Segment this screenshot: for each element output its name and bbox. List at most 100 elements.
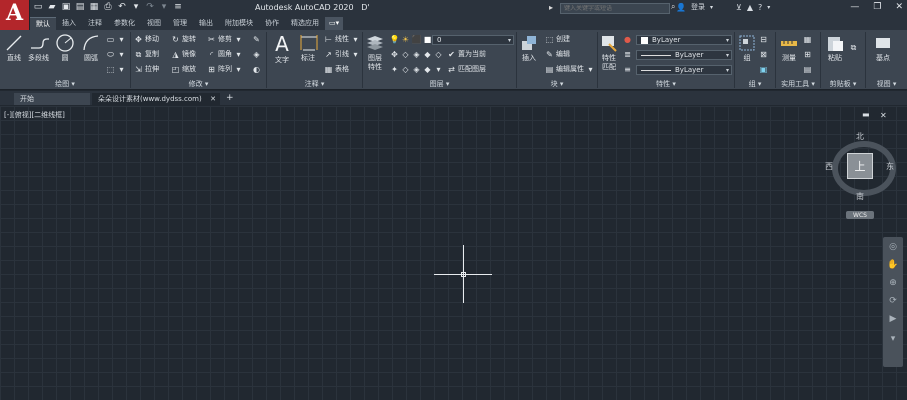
zoom-extents-icon[interactable]: ⊕ bbox=[887, 277, 899, 289]
copy-button[interactable]: ⧉ 复制 bbox=[134, 49, 159, 59]
stretch-button[interactable]: ⇲ 拉伸 bbox=[134, 64, 159, 74]
viewport-minimize-icon[interactable]: ▬ bbox=[862, 110, 870, 119]
offset-icon[interactable]: ◐ bbox=[252, 64, 261, 74]
hatch-icon[interactable]: ⬭ ▾ bbox=[106, 49, 126, 59]
drawing-canvas[interactable] bbox=[0, 106, 907, 400]
utility-icon-2[interactable]: ⊞ bbox=[803, 49, 812, 59]
make-current-button[interactable]: ✔ 置为当前 bbox=[447, 49, 486, 59]
arc-tool[interactable]: 圆弧 bbox=[81, 33, 101, 63]
tab-collaborate[interactable]: 协作 bbox=[259, 17, 285, 30]
wcs-menu-button[interactable]: WCS bbox=[846, 211, 874, 219]
login-link[interactable]: 登录 bbox=[691, 2, 705, 12]
rectangle-icon[interactable]: ▭ ▾ bbox=[106, 34, 126, 44]
restore-icon[interactable]: ❐ bbox=[873, 2, 881, 12]
viewport-close-icon[interactable]: ✕ bbox=[880, 111, 887, 120]
compass-west[interactable]: 西 bbox=[825, 161, 833, 172]
rotate-button[interactable]: ↻ 旋转 bbox=[171, 34, 196, 44]
layers-panel-title[interactable]: 图层 ▾ bbox=[363, 79, 516, 89]
groups-panel-title[interactable]: 组 ▾ bbox=[735, 79, 775, 89]
customize-qat-icon[interactable]: ≡ bbox=[173, 2, 183, 12]
layer-tools-row-2[interactable]: ✦ ◇ ◈ ◆ ▾ bbox=[390, 64, 443, 74]
create-block-button[interactable]: ⬚ 创建 bbox=[545, 34, 570, 44]
layer-state-icons[interactable]: 💡 ☀ ⬛ ■ bbox=[390, 34, 432, 44]
utility-icon-1[interactable]: ▦ bbox=[803, 34, 812, 44]
showmotion-icon[interactable]: ▶ bbox=[887, 313, 899, 325]
viewcube-top-face[interactable]: 上 bbox=[847, 153, 873, 179]
view-panel-title[interactable]: 视图 ▾ bbox=[866, 79, 907, 89]
block-panel-title[interactable]: 块 ▾ bbox=[517, 79, 597, 89]
group-select-icon[interactable]: ▣ bbox=[759, 64, 768, 74]
close-icon[interactable]: ✕ bbox=[895, 2, 903, 12]
redo-icon[interactable]: ↷ bbox=[145, 2, 155, 12]
annotation-panel-title[interactable]: 注释 ▾ bbox=[267, 79, 362, 89]
layer-properties-tool[interactable]: 图层 特性 bbox=[365, 33, 385, 72]
tab-addins[interactable]: 附加模块 bbox=[219, 17, 259, 30]
group-tool[interactable]: 组 bbox=[737, 33, 757, 63]
properties-panel-title[interactable]: 特性 ▾ bbox=[598, 79, 734, 89]
tab-featured-apps[interactable]: 精选应用 bbox=[285, 17, 325, 30]
application-menu-button[interactable]: A bbox=[0, 0, 30, 30]
linetype-icon[interactable]: ≣ bbox=[623, 49, 632, 59]
measure-tool[interactable]: 测量 bbox=[779, 33, 799, 63]
save-as-icon[interactable]: ▤ bbox=[75, 2, 85, 12]
insert-block-tool[interactable]: 插入 bbox=[519, 33, 539, 63]
file-tab-drawing[interactable]: 朵朵设计素材(www.dydss.com) ✕ bbox=[92, 93, 220, 105]
draw-panel-title[interactable]: 绘图 ▾ bbox=[0, 79, 130, 89]
cart-icon[interactable]: ⊻ bbox=[736, 3, 742, 12]
mirror-button[interactable]: ◮ 镜像 bbox=[171, 49, 196, 59]
tab-parametric[interactable]: 参数化 bbox=[108, 17, 141, 30]
search-box[interactable] bbox=[560, 3, 670, 14]
search-expand-icon[interactable]: ▸ bbox=[549, 3, 553, 12]
full-navigation-wheel-icon[interactable]: ◎ bbox=[887, 241, 899, 253]
compass-east[interactable]: 东 bbox=[886, 161, 894, 172]
tab-insert[interactable]: 插入 bbox=[56, 17, 82, 30]
clipboard-panel-title[interactable]: 剪贴板 ▾ bbox=[821, 79, 865, 89]
dimension-tool[interactable]: 标注 bbox=[298, 33, 318, 63]
user-icon[interactable]: 👤 bbox=[676, 3, 686, 12]
orbit-icon[interactable]: ⟳ bbox=[887, 295, 899, 307]
group-edit-icon[interactable]: ⊠ bbox=[759, 49, 768, 59]
boundary-icon[interactable]: ⬚ ▾ bbox=[106, 64, 126, 74]
polyline-tool[interactable]: 多段线 bbox=[28, 33, 49, 63]
linetype-dropdown[interactable]: ByLayer ▾ bbox=[636, 50, 732, 60]
tab-annotate[interactable]: 注释 bbox=[82, 17, 108, 30]
ribbon-toggle-icon[interactable]: ▭▾ bbox=[325, 17, 344, 30]
tab-manage[interactable]: 管理 bbox=[167, 17, 193, 30]
text-tool[interactable]: A 文字 bbox=[272, 32, 292, 65]
lineweight-dropdown[interactable]: ByLayer ▾ bbox=[636, 65, 732, 75]
scale-button[interactable]: ◰ 缩放 bbox=[171, 64, 196, 74]
tab-default[interactable]: 默认 bbox=[30, 17, 56, 30]
circle-tool[interactable]: 圆 bbox=[55, 33, 75, 63]
search-input[interactable] bbox=[564, 5, 664, 12]
help-icon[interactable]: ? bbox=[758, 3, 762, 12]
login-dropdown-icon[interactable]: ▾ bbox=[710, 4, 713, 11]
help-dropdown-icon[interactable]: ▾ bbox=[767, 4, 770, 11]
pan-icon[interactable]: ✋ bbox=[887, 259, 899, 271]
color-dropdown[interactable]: ByLayer ▾ bbox=[636, 35, 732, 45]
modify-panel-title[interactable]: 修改 ▾ bbox=[131, 79, 266, 89]
edit-block-button[interactable]: ✎ 编辑 bbox=[545, 49, 570, 59]
explode-icon[interactable]: ◈ bbox=[252, 49, 261, 59]
fillet-button[interactable]: ◜ 圆角 ▾ bbox=[207, 49, 243, 59]
close-tab-icon[interactable]: ✕ bbox=[210, 95, 216, 103]
viewport-controls-label[interactable]: [-][俯视][二维线框] bbox=[4, 110, 65, 120]
exchange-icon[interactable]: ▲ bbox=[747, 3, 753, 12]
move-button[interactable]: ✥ 移动 bbox=[134, 34, 159, 44]
navbar-options-icon[interactable]: ▾ bbox=[887, 333, 899, 345]
print-icon[interactable]: ⎙ bbox=[103, 2, 113, 12]
paste-tool[interactable]: 粘贴 bbox=[825, 33, 845, 63]
web-mobile-icon[interactable]: ▦ bbox=[89, 2, 99, 12]
erase-icon[interactable]: ✎ bbox=[252, 34, 261, 44]
trim-button[interactable]: ✂ 修剪 ▾ bbox=[207, 34, 243, 44]
tab-output[interactable]: 输出 bbox=[193, 17, 219, 30]
undo-dropdown-icon[interactable]: ▾ bbox=[131, 2, 141, 12]
edit-attributes-button[interactable]: ▤ 编辑属性 ▾ bbox=[545, 64, 595, 74]
new-file-icon[interactable]: ▭ bbox=[33, 2, 43, 12]
copy-clip-icon[interactable]: ⧉ bbox=[849, 42, 858, 52]
array-button[interactable]: ⊞ 阵列 ▾ bbox=[207, 64, 243, 74]
new-tab-icon[interactable]: + bbox=[226, 93, 234, 103]
lineweight-icon[interactable]: ≡ bbox=[623, 64, 632, 74]
open-folder-icon[interactable]: ▰ bbox=[47, 2, 57, 12]
minimize-icon[interactable]: — bbox=[850, 2, 859, 12]
layer-tools-row-1[interactable]: ✥ ◇ ◈ ◆ ◇ bbox=[390, 49, 443, 59]
